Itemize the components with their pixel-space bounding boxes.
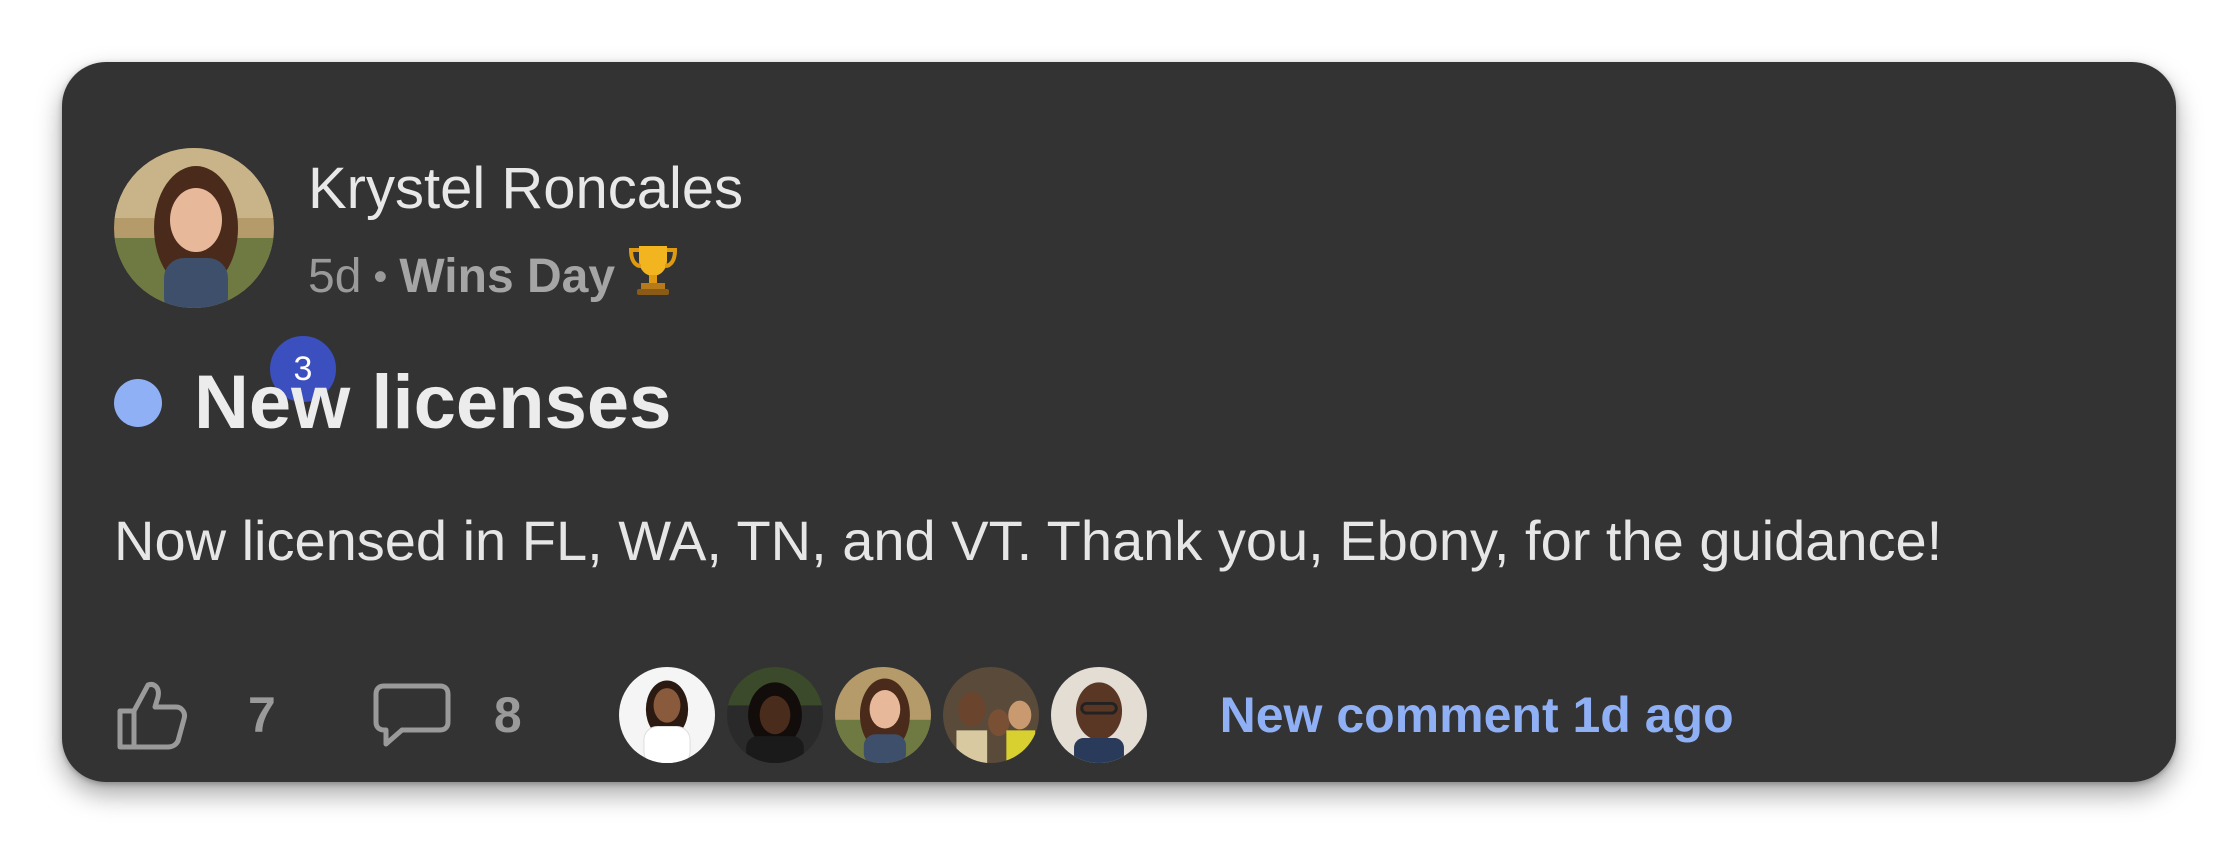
post-category[interactable]: Wins Day (399, 247, 615, 307)
comment-button[interactable]: 8 (372, 680, 522, 750)
post-card[interactable]: 3 Krystel Roncales 5d • Wins Day New lic… (62, 62, 2176, 782)
participant-avatar[interactable] (723, 664, 826, 766)
thumbs-up-icon[interactable] (114, 677, 190, 753)
meta-separator: • (373, 254, 388, 299)
comment-icon[interactable] (372, 680, 452, 750)
participant-avatar[interactable] (939, 664, 1042, 766)
post-footer: 7 8 New comment 1d ago (114, 660, 1734, 770)
like-button[interactable]: 7 (114, 677, 276, 753)
participant-avatar[interactable] (831, 664, 934, 766)
author-avatar-container[interactable]: 3 (114, 148, 340, 406)
author-avatar[interactable] (114, 148, 274, 308)
trophy-icon (627, 242, 679, 311)
participant-avatars[interactable] (615, 664, 1156, 766)
participant-avatar[interactable] (1047, 664, 1150, 766)
new-comment-link[interactable]: New comment 1d ago (1220, 686, 1734, 744)
author-name[interactable]: Krystel Roncales (308, 154, 743, 224)
unread-indicator (114, 379, 162, 427)
like-count: 7 (248, 687, 276, 743)
comment-count: 8 (493, 687, 522, 743)
post-title-row[interactable]: New licenses (114, 358, 671, 448)
post-meta: 5d • Wins Day (308, 242, 679, 311)
post-body: Now licensed in FL, WA, TN, and VT. Than… (114, 509, 1943, 572)
post-title[interactable]: New licenses (194, 358, 671, 448)
post-time: 5d (308, 249, 362, 303)
participant-avatar[interactable] (615, 664, 718, 766)
